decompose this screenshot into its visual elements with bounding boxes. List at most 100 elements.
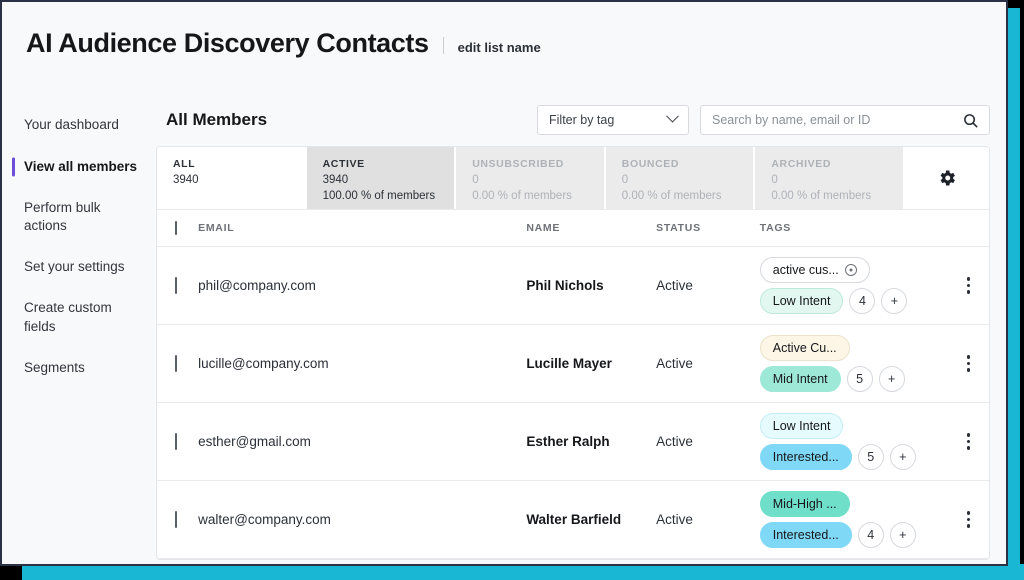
- screen: AI Audience Discovery Contacts edit list…: [0, 0, 1024, 580]
- select-all-header: [157, 210, 199, 247]
- remove-tag-icon[interactable]: [844, 264, 857, 276]
- status-cell: Active: [656, 324, 760, 403]
- edit-list-name-link[interactable]: edit list name: [458, 40, 541, 55]
- tag-label: Mid Intent: [772, 372, 828, 386]
- filter-by-tag-label: Filter by tag: [549, 113, 615, 127]
- tag-stack: Low Intent Interested... 5 +: [759, 413, 949, 470]
- add-tag-button[interactable]: +: [889, 444, 916, 470]
- status-tab-percent: 0.00 % of members: [472, 189, 572, 202]
- page-header: AI Audience Discovery Contacts edit list…: [2, 2, 1006, 94]
- tag-count-chip[interactable]: 5: [857, 444, 884, 470]
- main-content: All Members Filter by tag ALL3: [152, 94, 1006, 560]
- row-checkbox[interactable]: [175, 355, 177, 372]
- tag-stack: active cus... Low Intent 4 +: [759, 257, 949, 314]
- name-cell: Lucille Mayer: [526, 324, 657, 403]
- app-window: AI Audience Discovery Contacts edit list…: [0, 0, 1008, 566]
- column-header-tags[interactable]: TAGS: [759, 210, 949, 247]
- tag-line-top: active cus...: [759, 257, 870, 283]
- tag-pill[interactable]: Low Intent: [759, 413, 844, 439]
- table-header-row: EMAIL NAME STATUS TAGS: [157, 210, 989, 247]
- row-menu-button[interactable]: [948, 277, 989, 294]
- row-actions-cell: [948, 324, 989, 403]
- search-input[interactable]: [712, 113, 963, 127]
- row-select-cell: [157, 402, 199, 481]
- table-row[interactable]: walter@company.com Walter Barfield Active M…: [157, 480, 989, 559]
- row-menu-button[interactable]: [948, 511, 989, 528]
- tag-pill[interactable]: Interested...: [759, 444, 852, 470]
- sidebar-item-label: Set your settings: [24, 259, 125, 275]
- chevron-down-icon: [666, 109, 679, 123]
- page-title: AI Audience Discovery Contacts: [26, 28, 429, 58]
- gear-icon: [940, 170, 955, 186]
- members-table: EMAIL NAME STATUS TAGS phil@company.com P…: [157, 210, 989, 559]
- column-header-status[interactable]: STATUS: [656, 210, 760, 247]
- tag-count-chip[interactable]: 4: [857, 522, 884, 548]
- status-tab-unsubscribed[interactable]: UNSUBSCRIBED 0 0.00 % of members: [456, 147, 606, 209]
- table-row[interactable]: esther@gmail.com Esther Ralph Active Low In…: [157, 402, 989, 481]
- tag-stack: Active Cu... Mid Intent 5 +: [759, 335, 949, 392]
- tags-cell: active cus... Low Intent 4 +: [759, 246, 949, 325]
- table-row[interactable]: phil@company.com Phil Nichols Active active…: [157, 246, 989, 325]
- status-tab-percent: 100.00 % of members: [322, 189, 436, 202]
- sidebar-item-perform-bulk-actions[interactable]: Perform bulk actions: [2, 188, 152, 246]
- row-actions-cell: [948, 246, 989, 325]
- status-tabs: ALL 3940 ACTIVE 3940 100.00 % of members UNSU…: [157, 147, 989, 210]
- table-body: phil@company.com Phil Nichols Active active…: [157, 246, 989, 559]
- status-tab-bounced[interactable]: BOUNCED 0 0.00 % of members: [605, 147, 756, 209]
- sidebar-item-create-custom-fields[interactable]: Create custom fields: [2, 288, 152, 346]
- status-tab-name: ARCHIVED: [771, 158, 832, 170]
- tag-line-bottom: Interested... 5 +: [759, 444, 916, 470]
- tag-pill[interactable]: Mid-High ...: [759, 491, 850, 517]
- tag-count-chip[interactable]: 5: [846, 366, 873, 392]
- add-tag-button[interactable]: +: [881, 288, 908, 314]
- sidebar-item-segments[interactable]: Segments: [2, 347, 152, 389]
- column-header-name[interactable]: NAME: [526, 210, 657, 247]
- status-tab-name: ACTIVE: [322, 158, 365, 170]
- filter-by-tag-dropdown[interactable]: Filter by tag: [537, 105, 689, 135]
- status-tab-count: 0: [472, 174, 479, 186]
- sidebar-item-view-all-members[interactable]: View all members: [2, 146, 152, 188]
- tags-cell: Active Cu... Mid Intent 5 +: [759, 324, 949, 403]
- add-tag-button[interactable]: +: [878, 366, 905, 392]
- table-row[interactable]: lucille@company.com Lucille Mayer Active Ac…: [157, 324, 989, 403]
- row-actions-cell: [948, 402, 989, 481]
- row-select-cell: [157, 324, 199, 403]
- row-checkbox[interactable]: [175, 511, 177, 528]
- tags-cell: Mid-High ... Interested... 4 +: [759, 480, 949, 559]
- select-all-checkbox[interactable]: [175, 221, 177, 235]
- status-tab-all[interactable]: ALL 3940: [157, 147, 307, 209]
- tag-pill[interactable]: Active Cu...: [759, 335, 850, 361]
- sidebar-item-your-dashboard[interactable]: Your dashboard: [2, 104, 152, 146]
- status-tab-count: 0: [771, 174, 778, 186]
- status-tab-archived[interactable]: ARCHIVED 0 0.00 % of members: [755, 147, 905, 209]
- row-checkbox[interactable]: [175, 277, 177, 294]
- tag-line-bottom: Interested... 4 +: [759, 522, 916, 548]
- section-title: All Members: [166, 110, 268, 129]
- add-tag-button[interactable]: +: [889, 522, 916, 548]
- column-header-actions: [948, 210, 989, 247]
- row-menu-button[interactable]: [948, 433, 989, 450]
- status-tab-percent: 0.00 % of members: [771, 189, 872, 202]
- status-tab-count: 0: [621, 174, 629, 186]
- search-box[interactable]: [700, 105, 990, 135]
- tag-label: Interested...: [772, 528, 839, 542]
- tag-label: Low Intent: [772, 419, 831, 433]
- email-cell: lucille@company.com: [198, 324, 527, 403]
- row-select-cell: [157, 246, 199, 325]
- table-settings-button[interactable]: [904, 147, 989, 209]
- tag-pill[interactable]: Low Intent: [759, 288, 844, 314]
- tag-count-chip[interactable]: 4: [849, 288, 876, 314]
- row-checkbox[interactable]: [175, 433, 177, 450]
- title-divider: [442, 37, 444, 54]
- tag-pill[interactable]: Mid Intent: [759, 366, 841, 392]
- sidebar-item-set-your-settings[interactable]: Set your settings: [2, 246, 152, 288]
- sidebar: Your dashboard View all members Perform bu…: [2, 94, 152, 560]
- tag-label: Interested...: [772, 450, 839, 464]
- status-tab-active[interactable]: ACTIVE 3940 100.00 % of members: [306, 147, 457, 209]
- name-cell: Phil Nichols: [526, 246, 657, 325]
- tag-pill[interactable]: active cus...: [759, 257, 870, 283]
- column-header-email[interactable]: EMAIL: [198, 210, 527, 247]
- tag-pill[interactable]: Interested...: [759, 522, 852, 548]
- row-menu-button[interactable]: [948, 355, 989, 372]
- toolbar: All Members Filter by tag: [156, 94, 990, 146]
